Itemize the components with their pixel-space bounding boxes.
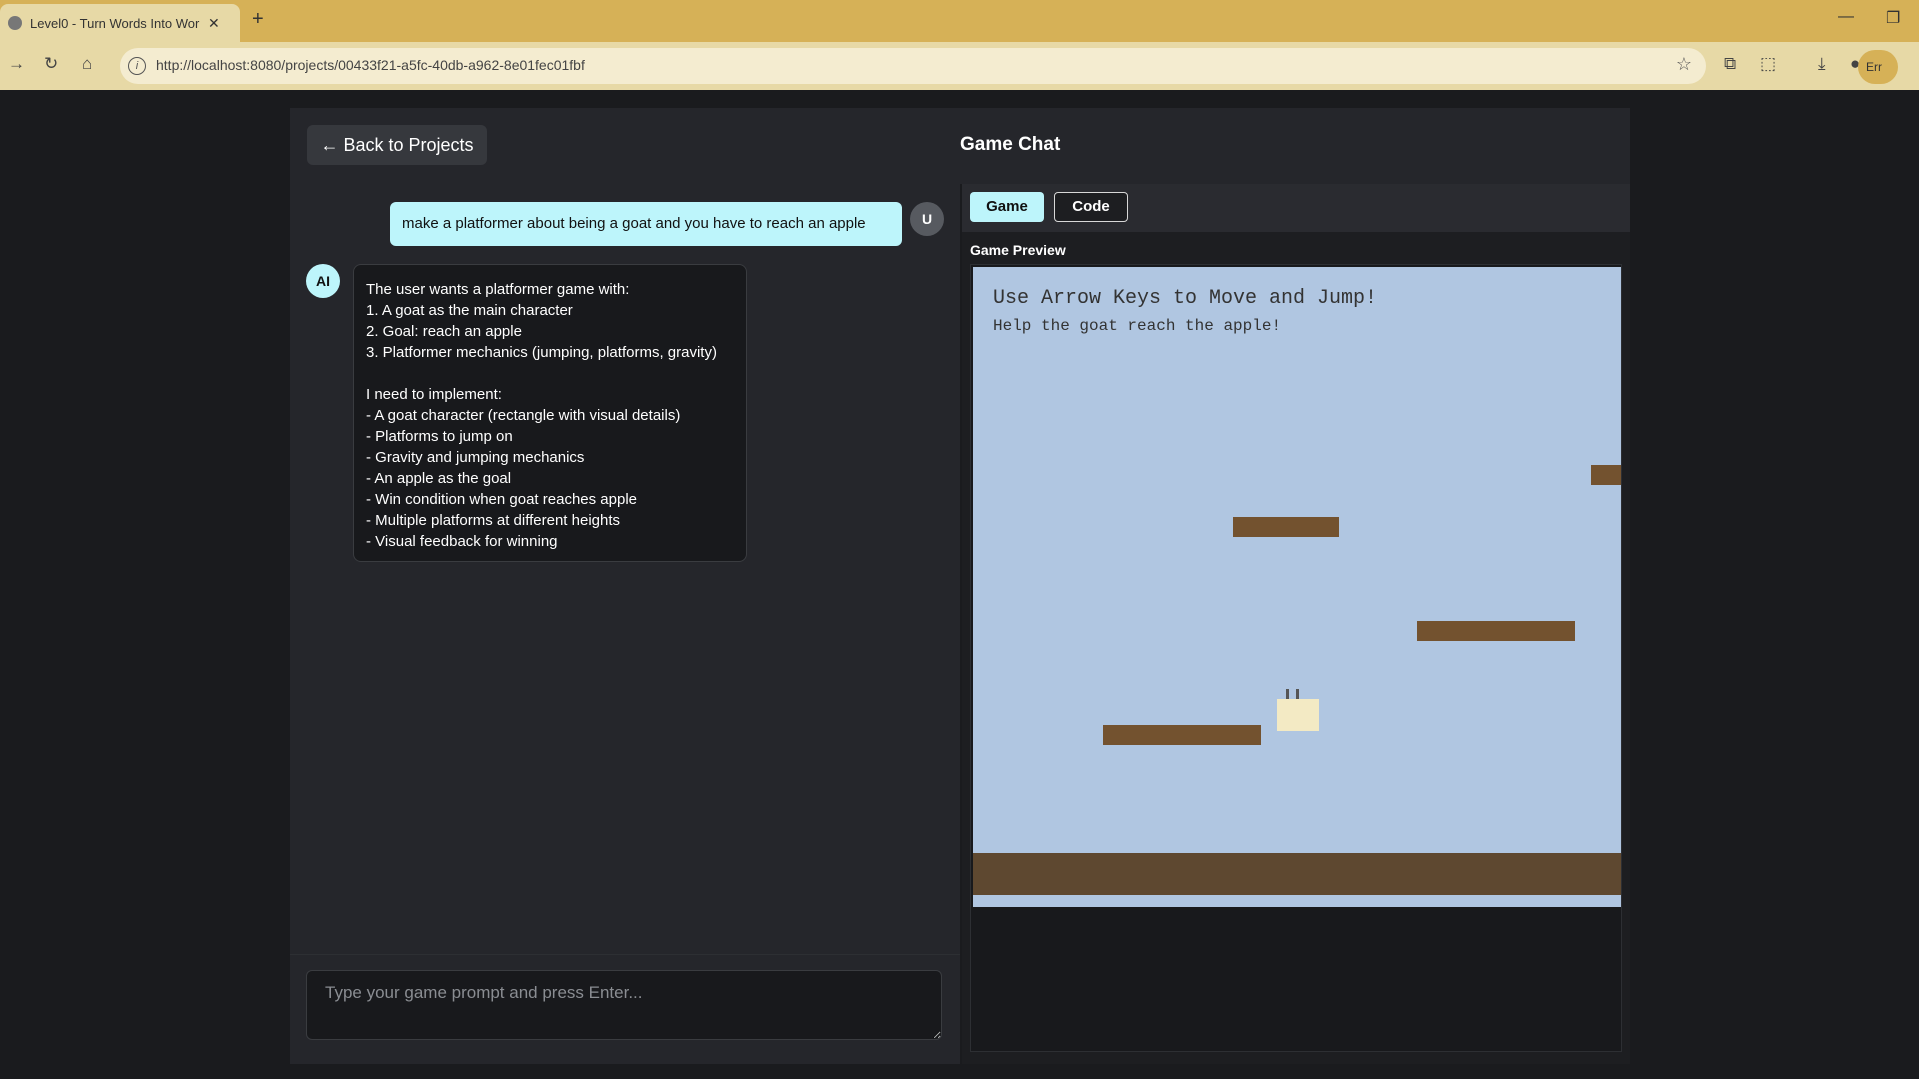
browser-tab-title: Level0 - Turn Words Into Worlds — [30, 15, 200, 31]
ground — [973, 853, 1621, 895]
ai-message-line: 2. Goal: reach an apple — [366, 323, 522, 340]
ai-message-line: - A goat character (rectangle with visua… — [366, 407, 681, 424]
prompt-input[interactable] — [306, 970, 942, 1040]
platform — [1591, 465, 1621, 485]
page-title: Game Chat — [960, 134, 1061, 155]
extensions-icon[interactable]: ⬚ — [1760, 54, 1776, 74]
ai-message-line: - Gravity and jumping mechanics — [366, 449, 585, 466]
reload-icon[interactable]: ↻ — [44, 54, 58, 74]
ai-message-line: I need to implement: — [366, 386, 502, 403]
preview-label: Game Preview — [970, 242, 1066, 258]
ai-avatar: AI — [306, 264, 340, 298]
goat-horn — [1296, 689, 1299, 699]
favicon-icon — [8, 16, 22, 30]
ai-message-line: - Multiple platforms at different height… — [366, 512, 621, 529]
game-instructions-title: Use Arrow Keys to Move and Jump! — [993, 287, 1378, 310]
goat-horn — [1286, 689, 1289, 699]
ai-message-line: 1. A goat as the main character — [366, 302, 573, 319]
download-icon[interactable]: ⤓ — [1818, 54, 1826, 74]
profile-button[interactable]: Err — [1858, 50, 1898, 84]
game-canvas[interactable]: Use Arrow Keys to Move and Jump! Help th… — [973, 267, 1621, 907]
platform — [1233, 517, 1339, 537]
minimize-icon[interactable]: — — [1838, 8, 1854, 26]
ai-message-line: 3. Platformer mechanics (jumping, platfo… — [366, 344, 717, 361]
preview-panel: Game Code Game Preview Use Arrow Keys to… — [962, 184, 1630, 1064]
back-to-projects-button[interactable]: ← Back to Projects — [307, 125, 487, 165]
new-tab-button[interactable]: + — [252, 8, 264, 31]
restore-icon[interactable]: ❐ — [1886, 8, 1900, 28]
browser-tab-bar: Level0 - Turn Words Into Worlds ✕ + — ❐ — [0, 0, 1919, 42]
tab-game[interactable]: Game — [970, 192, 1044, 222]
chat-panel: make a platformer about being a goat and… — [290, 184, 960, 1064]
address-bar[interactable]: i http://localhost:8080/projects/00433f2… — [120, 48, 1706, 84]
ai-message-line: - Platforms to jump on — [366, 428, 513, 445]
site-info-icon[interactable]: i — [128, 57, 146, 75]
ai-message: The user wants a platformer game with: 1… — [353, 264, 747, 562]
ai-message-spacer — [366, 363, 734, 384]
game-instructions-subtitle: Help the goat reach the apple! — [993, 317, 1282, 335]
home-icon[interactable]: ⌂ — [82, 54, 92, 74]
ai-message-line: - An apple as the goal — [366, 470, 512, 487]
bookmark-star-icon[interactable]: ☆ — [1676, 54, 1692, 75]
platform — [1103, 725, 1261, 745]
forward-icon[interactable]: → — [8, 54, 25, 74]
platform — [1417, 621, 1575, 641]
tab-code[interactable]: Code — [1054, 192, 1128, 222]
ai-message-line: - Visual feedback for winning — [366, 533, 558, 550]
app-container: ← Back to Projects Game Chat make a plat… — [290, 108, 1630, 1064]
address-url[interactable]: http://localhost:8080/projects/00433f21-… — [156, 57, 585, 73]
preview-tabs: Game Code — [962, 184, 1630, 232]
ai-message-line: The user wants a platformer game with: — [366, 281, 630, 298]
user-avatar: U — [910, 202, 944, 236]
goat-character — [1277, 699, 1319, 731]
chat-divider — [290, 954, 960, 955]
app-header: ← Back to Projects Game Chat — [290, 108, 1630, 184]
browser-tab[interactable]: Level0 - Turn Words Into Worlds ✕ — [0, 4, 240, 42]
close-tab-icon[interactable]: ✕ — [208, 15, 220, 32]
user-message: make a platformer about being a goat and… — [390, 202, 902, 246]
extension-puzzle-icon[interactable]: ⧉ — [1724, 54, 1736, 74]
ai-message-line: - Win condition when goat reaches apple — [366, 491, 637, 508]
game-preview-frame: Use Arrow Keys to Move and Jump! Help th… — [970, 264, 1622, 1052]
